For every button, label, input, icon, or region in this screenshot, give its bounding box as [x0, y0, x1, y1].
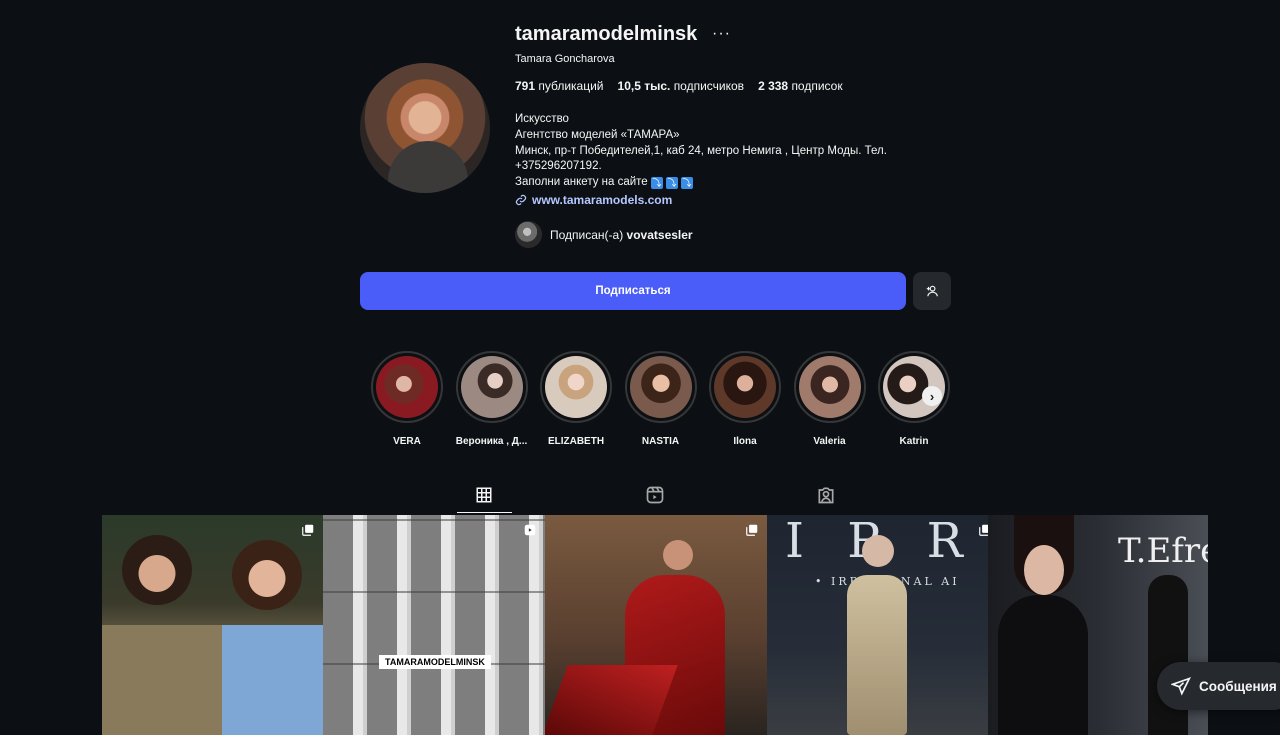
person-add-icon: [926, 285, 938, 297]
post-figure: [232, 540, 302, 610]
chevron-right-icon[interactable]: ›: [922, 386, 942, 406]
profile-stats: 791 публикаций 10,5 тыс. подписчиков 2 3…: [515, 79, 843, 93]
post-figure: [1148, 575, 1188, 735]
highlight-cover: [629, 356, 692, 418]
post-figure: [998, 595, 1088, 735]
send-icon: [1171, 677, 1191, 696]
post-figure: [847, 575, 907, 735]
highlight-ring: [793, 351, 866, 423]
post-figure: [222, 625, 323, 735]
bio-line: Минск, пр-т Победителей,1, каб 24, метро…: [515, 144, 887, 157]
carousel-icon: [302, 524, 314, 536]
highlight-label: Valeria: [813, 436, 846, 447]
highlight-ring: [624, 351, 697, 423]
carousel-icon: [979, 524, 988, 536]
post-caption: TAMARAMODELMINSK: [379, 655, 491, 669]
highlight-item[interactable]: Ilona: [709, 351, 781, 447]
posts-grid: TAMARAMODELMINSK I R R • IRRATIONAL AI T…: [102, 515, 1208, 735]
followers-stat[interactable]: 10,5 тыс. подписчиков: [618, 79, 745, 93]
website-text[interactable]: www.tamaramodels.com: [532, 193, 672, 207]
highlight-label: Вероника , Д...: [455, 436, 528, 447]
highlight-ring: [540, 351, 612, 423]
post-figure: [122, 535, 192, 605]
highlight-cover: [798, 356, 861, 418]
messages-label: Сообщения: [1199, 678, 1277, 694]
more-options-icon[interactable]: ···: [712, 25, 731, 43]
post-figure: [862, 535, 894, 567]
arrow-down-emoji-icon: ⤵: [680, 177, 693, 190]
bio-line: +375296207192.: [515, 160, 602, 173]
post-figure: [102, 625, 222, 735]
highlight-item[interactable]: NASTIA: [624, 351, 697, 447]
highlight-ring: [455, 351, 528, 423]
bio-line: Заполни анкету на сайте ⤵ ⤵ ⤵: [515, 176, 693, 190]
highlight-label: Ilona: [733, 436, 757, 447]
bio-line: Агентство моделей «ТАМАРА»: [515, 128, 680, 141]
reel-icon: [524, 524, 536, 536]
highlight-ring: [878, 351, 950, 423]
story-highlights: VERA Вероника , Д... ELIZABETH NASTIA Il…: [371, 351, 950, 447]
messages-button[interactable]: Сообщения: [1157, 662, 1280, 710]
active-tab-indicator: [457, 512, 512, 513]
tab-reels[interactable]: [644, 484, 666, 506]
post-figure: [1024, 545, 1064, 595]
grid-icon: [476, 487, 492, 503]
reels-icon: [646, 486, 664, 504]
post-thumbnail[interactable]: TAMARAMODELMINSK: [323, 515, 545, 735]
post-figure: [323, 515, 545, 735]
link-icon: [515, 194, 527, 206]
highlight-label: VERA: [393, 436, 421, 447]
highlight-label: Katrin: [899, 436, 929, 447]
highlight-cover: [545, 356, 607, 418]
tagged-icon: [818, 487, 834, 504]
highlight-cover: [714, 356, 776, 418]
highlight-item[interactable]: Вероника , Д...: [455, 351, 528, 447]
profile-username: tamaramodelminsk: [515, 23, 698, 45]
follow-button[interactable]: Подписаться: [360, 272, 906, 310]
arrow-down-emoji-icon: ⤵: [665, 177, 678, 190]
highlight-ring: [709, 351, 781, 423]
suggested-accounts-button[interactable]: [913, 272, 951, 310]
profile-avatar[interactable]: [360, 63, 490, 193]
profile-page: tamaramodelminsk ··· Tamara Goncharova 7…: [0, 0, 1280, 735]
posts-stat: 791 публикаций: [515, 79, 604, 93]
highlight-label: NASTIA: [641, 436, 680, 447]
post-thumbnail[interactable]: I R R • IRRATIONAL AI: [767, 515, 988, 735]
post-thumbnail[interactable]: [545, 515, 767, 735]
post-figure: [663, 540, 693, 570]
arrow-down-emoji-icon: ⤵: [650, 177, 663, 190]
highlight-item[interactable]: ELIZABETH: [540, 351, 612, 447]
tab-posts[interactable]: [473, 484, 495, 506]
profile-bio: Искусство Агентство моделей «ТАМАРА» Мин…: [515, 112, 935, 191]
bio-category: Искусство: [515, 113, 569, 125]
highlight-item[interactable]: VERA: [371, 351, 443, 447]
followed-by[interactable]: Подписан(-а) vovatsesler: [515, 221, 693, 248]
highlight-label: ELIZABETH: [547, 436, 605, 447]
following-stat[interactable]: 2 338 подписок: [758, 79, 843, 93]
follower-avatar: [515, 221, 542, 248]
website-link[interactable]: www.tamaramodels.com: [515, 193, 672, 207]
carousel-icon: [746, 524, 758, 536]
profile-full-name: Tamara Goncharova: [515, 53, 615, 65]
post-overlay-text: T.Efre: [1118, 531, 1208, 571]
tab-tagged[interactable]: [815, 484, 837, 506]
highlight-cover: [460, 356, 523, 418]
highlight-cover: [376, 356, 438, 418]
highlight-ring: [371, 351, 443, 423]
followed-by-text: Подписан(-а) vovatsesler: [550, 227, 693, 242]
post-thumbnail[interactable]: [102, 515, 323, 735]
highlight-item[interactable]: Valeria: [793, 351, 866, 447]
